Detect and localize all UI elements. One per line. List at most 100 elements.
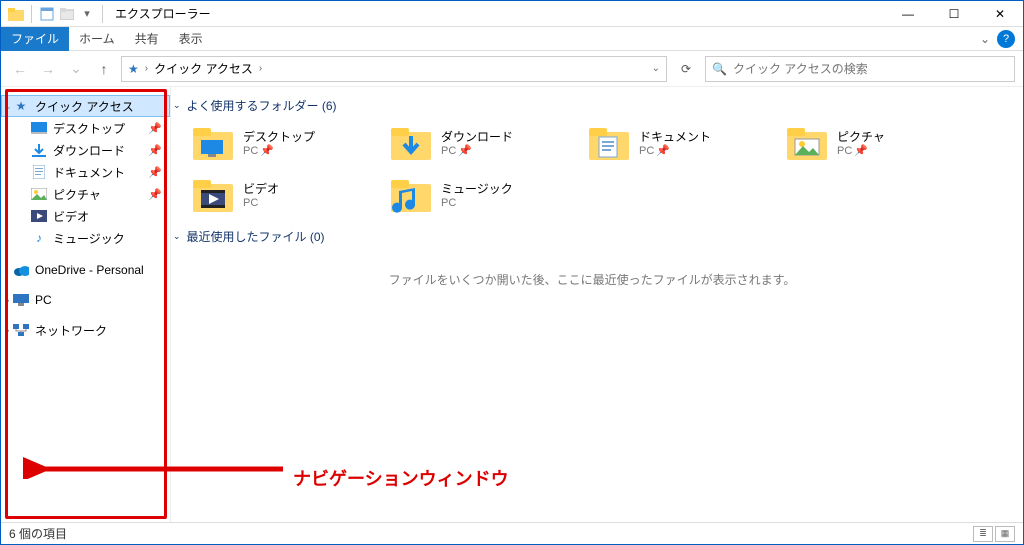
group-title: よく使用するフォルダー (6) — [187, 97, 337, 114]
pin-icon: 📌 — [260, 144, 274, 158]
search-icon: 🔍 — [712, 62, 727, 76]
explorer-icon — [7, 5, 25, 23]
quick-access-star-icon: ★ — [13, 98, 29, 114]
folder-icon — [389, 176, 433, 216]
content-area[interactable]: ⌄ よく使用するフォルダー (6) デスクトップPC 📌ダウンロードPC 📌ドキ… — [171, 87, 1023, 522]
navitem-music[interactable]: ♪ ミュージック — [1, 227, 170, 249]
folder-location: PC 📌 — [639, 144, 711, 158]
window-title: エクスプローラー — [115, 5, 211, 22]
videos-icon — [31, 208, 47, 224]
expand-icon[interactable]: › — [1, 295, 15, 305]
navitem-downloads[interactable]: ダウンロード 📌 — [1, 139, 170, 161]
navitem-pictures[interactable]: ピクチャ 📌 — [1, 183, 170, 205]
quick-access-toolbar: ▾ — [1, 5, 107, 23]
annotation-arrow-icon — [23, 369, 293, 479]
up-button[interactable]: ↑ — [93, 58, 115, 80]
view-details-button[interactable]: ≣ — [973, 526, 993, 542]
network-icon — [13, 322, 29, 338]
refresh-button[interactable]: ⟳ — [673, 56, 699, 82]
folder-name: デスクトップ — [243, 130, 315, 144]
pin-icon: 📌 — [656, 144, 670, 158]
folders-grid: デスクトップPC 📌ダウンロードPC 📌ドキュメントPC 📌ピクチャPC 📌ビデ… — [173, 118, 1011, 224]
downloads-icon — [31, 142, 47, 158]
chevron-down-icon[interactable]: ⌄ — [173, 100, 181, 111]
pin-icon: 📌 — [148, 122, 162, 135]
navitem-label: クイック アクセス — [35, 98, 170, 115]
pc-icon — [13, 292, 29, 308]
view-large-icons-button[interactable]: ▦ — [995, 526, 1015, 542]
navitem-documents[interactable]: ドキュメント 📌 — [1, 161, 170, 183]
breadcrumb-quick-access[interactable]: クイック アクセス — [154, 60, 253, 77]
folder-item[interactable]: デスクトップPC 📌 — [191, 124, 381, 164]
close-button[interactable]: ✕ — [977, 1, 1023, 27]
navitem-label: ダウンロード — [53, 142, 142, 159]
folder-item[interactable]: ビデオPC — [191, 176, 381, 216]
folder-icon — [191, 124, 235, 164]
folder-item[interactable]: ピクチャPC 📌 — [785, 124, 975, 164]
pin-icon: 📌 — [854, 144, 868, 158]
folder-location: PC 📌 — [441, 144, 513, 158]
folder-icon — [389, 124, 433, 164]
navitem-desktop[interactable]: デスクトップ 📌 — [1, 117, 170, 139]
expand-icon[interactable]: › — [1, 325, 15, 335]
desktop-icon — [31, 120, 47, 136]
navitem-label: OneDrive - Personal — [35, 263, 170, 277]
maximize-button[interactable]: ☐ — [931, 1, 977, 27]
breadcrumb-sep-icon-2[interactable]: › — [259, 63, 262, 74]
tab-share[interactable]: 共有 — [125, 27, 169, 51]
tab-home[interactable]: ホーム — [69, 27, 125, 51]
navitem-label: ピクチャ — [53, 186, 142, 203]
group-recent-files[interactable]: ⌄ 最近使用したファイル (0) — [173, 224, 1011, 249]
folder-icon — [785, 124, 829, 164]
documents-icon — [31, 164, 47, 180]
folder-item[interactable]: ドキュメントPC 📌 — [587, 124, 777, 164]
folder-name: ビデオ — [243, 182, 279, 196]
folder-item[interactable]: ミュージックPC — [389, 176, 579, 216]
chevron-down-icon[interactable]: ⌄ — [173, 231, 181, 242]
group-title: 最近使用したファイル (0) — [187, 228, 325, 245]
navigation-row: ← → ⌄ ↑ ★ › クイック アクセス › ⌄ ⟳ 🔍 — [1, 51, 1023, 87]
tab-view[interactable]: 表示 — [169, 27, 213, 51]
navitem-label: ビデオ — [53, 208, 170, 225]
forward-button[interactable]: → — [37, 58, 59, 80]
pictures-icon — [31, 186, 47, 202]
qat-properties-icon[interactable] — [38, 5, 56, 23]
search-input[interactable] — [733, 62, 1008, 76]
explorer-window: ▾ エクスプローラー — ☐ ✕ ファイル ホーム 共有 表示 ⌄ ? ← → … — [0, 0, 1024, 545]
navitem-label: デスクトップ — [53, 120, 142, 137]
tab-file[interactable]: ファイル — [1, 27, 69, 51]
onedrive-icon — [13, 262, 29, 278]
navitem-onedrive[interactable]: OneDrive - Personal — [1, 259, 170, 281]
navitem-label: ミュージック — [53, 230, 170, 247]
qat-separator-2 — [102, 5, 103, 23]
qat-dropdown-icon[interactable]: ▾ — [78, 5, 96, 23]
back-button[interactable]: ← — [9, 58, 31, 80]
ribbon-expand-icon[interactable]: ⌄ — [973, 32, 997, 46]
folder-location: PC 📌 — [837, 144, 885, 158]
address-bar[interactable]: ★ › クイック アクセス › ⌄ — [121, 56, 667, 82]
breadcrumb-sep-icon: › — [145, 63, 148, 74]
folder-location: PC 📌 — [243, 144, 315, 158]
qat-new-folder-icon[interactable] — [58, 5, 76, 23]
pin-icon: 📌 — [148, 144, 162, 157]
address-history-dropdown-icon[interactable]: ⌄ — [652, 63, 660, 74]
navitem-videos[interactable]: ビデオ — [1, 205, 170, 227]
folder-location: PC — [441, 196, 513, 210]
recent-locations-button[interactable]: ⌄ — [65, 58, 87, 80]
navitem-quick-access[interactable]: ⌄ ★ クイック アクセス — [1, 95, 170, 117]
navitem-network[interactable]: › ネットワーク — [1, 319, 170, 341]
expand-icon[interactable]: ⌄ — [1, 101, 15, 112]
navitem-label: PC — [35, 293, 170, 307]
folder-icon — [587, 124, 631, 164]
navitem-label: ネットワーク — [35, 322, 170, 339]
title-bar: ▾ エクスプローラー — ☐ ✕ — [1, 1, 1023, 27]
music-icon: ♪ — [31, 230, 47, 246]
body: ⌄ ★ クイック アクセス デスクトップ 📌 ダウンロード 📌 ドキュメント 📌 — [1, 87, 1023, 522]
minimize-button[interactable]: — — [885, 1, 931, 27]
group-frequent-folders[interactable]: ⌄ よく使用するフォルダー (6) — [173, 93, 1011, 118]
help-icon[interactable]: ? — [997, 30, 1015, 48]
ribbon-tabs: ファイル ホーム 共有 表示 ⌄ ? — [1, 27, 1023, 51]
navitem-pc[interactable]: › PC — [1, 289, 170, 311]
search-box[interactable]: 🔍 — [705, 56, 1015, 82]
folder-item[interactable]: ダウンロードPC 📌 — [389, 124, 579, 164]
